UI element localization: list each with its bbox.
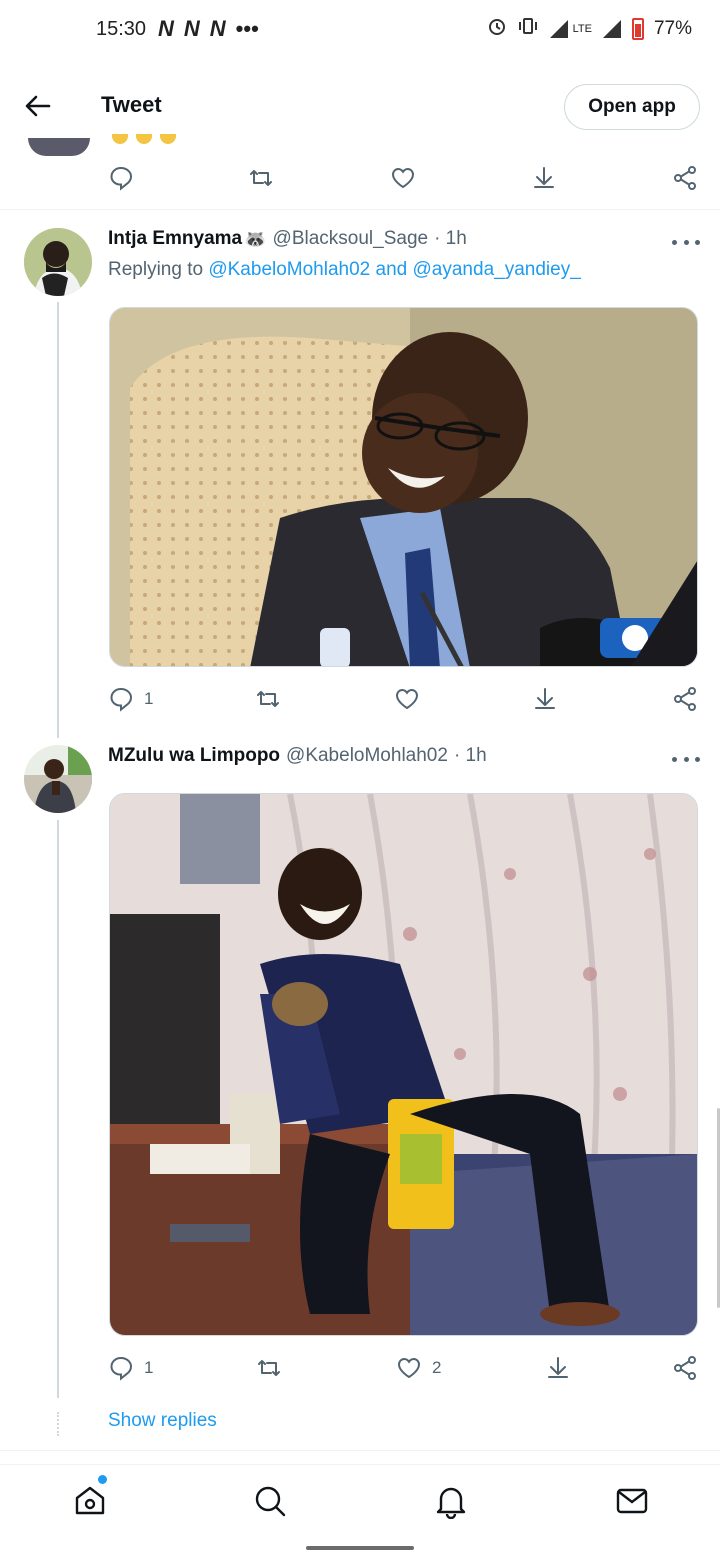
notification-n-icon: N — [209, 16, 226, 41]
more-notifications-icon: ••• — [235, 16, 259, 41]
share-icon — [674, 687, 696, 711]
author-handle[interactable]: @Blacksoul_Sage — [273, 228, 429, 250]
reply-button[interactable]: 1 — [108, 1355, 153, 1381]
thread-line — [57, 302, 59, 738]
download-icon — [534, 167, 554, 188]
replying-to-label: Replying to — [108, 259, 204, 280]
divider — [0, 1450, 720, 1451]
previous-tweet-emoji — [112, 134, 182, 146]
system-home-indicator[interactable] — [306, 1546, 414, 1550]
status-right: LTE 77% — [487, 16, 692, 42]
page-title: Tweet — [101, 92, 162, 117]
reply-icon — [110, 166, 133, 191]
mention-link[interactable]: @ayanda_yandiey_ — [413, 259, 581, 280]
download-button[interactable] — [532, 686, 558, 712]
tweet-header: MZulu wa Limpopo @KabeloMohlah02 · 1h — [108, 745, 487, 767]
avatar-image — [24, 228, 92, 296]
like-button[interactable] — [394, 686, 420, 712]
reply-icon — [110, 687, 133, 712]
tweet-actions-previous — [108, 160, 702, 196]
retweet-icon — [257, 691, 279, 707]
mention-conjunction[interactable]: and — [376, 259, 408, 280]
nav-search-button[interactable] — [252, 1483, 288, 1519]
tweet-media-image[interactable] — [109, 793, 698, 1336]
thread-line — [57, 820, 59, 1398]
mention-link[interactable]: @KabeloMohlah02 — [208, 259, 370, 280]
open-app-button[interactable]: Open app — [564, 84, 700, 130]
notification-n-icon: N — [158, 16, 174, 41]
thread-continuation-dots — [57, 1412, 59, 1436]
like-button[interactable] — [390, 165, 416, 191]
retweet-icon — [250, 170, 272, 186]
author-name[interactable]: MZulu wa Limpopo — [108, 745, 280, 767]
download-icon — [548, 1357, 568, 1378]
retweet-button[interactable] — [256, 1355, 282, 1381]
retweet-icon — [258, 1360, 280, 1376]
search-icon — [255, 1486, 286, 1517]
like-button[interactable]: 2 — [396, 1355, 441, 1381]
back-button[interactable] — [22, 90, 54, 122]
author-name[interactable]: Intja Emnyama — [108, 228, 242, 250]
signal-icon-2 — [602, 20, 621, 38]
heart-icon — [397, 1357, 421, 1379]
battery-percent: 77% — [653, 18, 692, 39]
nav-notifications-button[interactable] — [433, 1483, 469, 1520]
alarm-icon — [487, 16, 507, 42]
more-options-button[interactable] — [672, 232, 700, 252]
media-photo-laughing-boy — [110, 794, 697, 1335]
reply-count: 1 — [144, 689, 154, 708]
home-icon — [75, 1486, 105, 1515]
divider — [0, 209, 720, 210]
download-button[interactable] — [545, 1355, 571, 1381]
nav-home-button[interactable] — [72, 1483, 108, 1519]
network-type: LTE — [572, 23, 592, 35]
battery-icon — [631, 18, 644, 40]
media-photo-laughing-man — [110, 308, 697, 666]
share-icon — [674, 1356, 696, 1380]
avatar[interactable] — [24, 228, 92, 296]
avatar[interactable] — [24, 745, 92, 813]
top-app-bar: Tweet Open app — [0, 70, 720, 144]
tweet-header: Intja Emnyama 🦝 @Blacksoul_Sage · 1h — [108, 228, 467, 250]
reply-icon — [110, 1356, 133, 1381]
share-button[interactable] — [672, 686, 698, 712]
share-icon — [674, 166, 696, 190]
name-emoji: 🦝 — [244, 228, 267, 249]
home-unread-indicator — [98, 1475, 107, 1484]
back-arrow-icon — [25, 95, 51, 117]
previous-tweet-avatar[interactable] — [28, 138, 90, 156]
heart-icon — [395, 688, 419, 710]
retweet-button[interactable] — [255, 686, 281, 712]
status-time: 15:30 — [96, 18, 147, 40]
messages-icon — [616, 1488, 648, 1514]
tweet-time[interactable]: · 1h — [434, 228, 467, 250]
reply-button[interactable] — [108, 165, 134, 191]
download-button[interactable] — [531, 165, 557, 191]
signal-icon — [549, 20, 568, 38]
download-icon — [535, 688, 555, 709]
notifications-icon — [436, 1487, 466, 1520]
vibrate-icon — [517, 16, 539, 42]
tweet-actions: 1 2 — [108, 1350, 702, 1386]
bottom-navigation — [0, 1464, 720, 1538]
share-button[interactable] — [672, 1355, 698, 1381]
nav-messages-button[interactable] — [614, 1483, 650, 1519]
status-bar: 15:30 N N N ••• LTE 77% — [0, 0, 720, 62]
notification-n-icon: N — [183, 16, 200, 41]
share-button[interactable] — [672, 165, 698, 191]
tweet-time[interactable]: · 1h — [454, 745, 487, 767]
avatar-image — [24, 745, 92, 813]
replying-to: Replying to @KabeloMohlah02 and @ayanda_… — [108, 259, 581, 281]
more-options-button[interactable] — [672, 749, 700, 769]
author-handle[interactable]: @KabeloMohlah02 — [286, 745, 448, 767]
reply-count: 1 — [144, 1358, 154, 1377]
like-count: 2 — [432, 1358, 442, 1377]
show-replies-link[interactable]: Show replies — [108, 1410, 217, 1432]
tweet-actions: 1 — [108, 681, 702, 717]
heart-icon — [391, 167, 415, 189]
retweet-button[interactable] — [248, 165, 274, 191]
notification-icons: N N N ••• — [158, 16, 259, 42]
reply-button[interactable]: 1 — [108, 686, 153, 712]
tweet-media-image[interactable] — [109, 307, 698, 667]
